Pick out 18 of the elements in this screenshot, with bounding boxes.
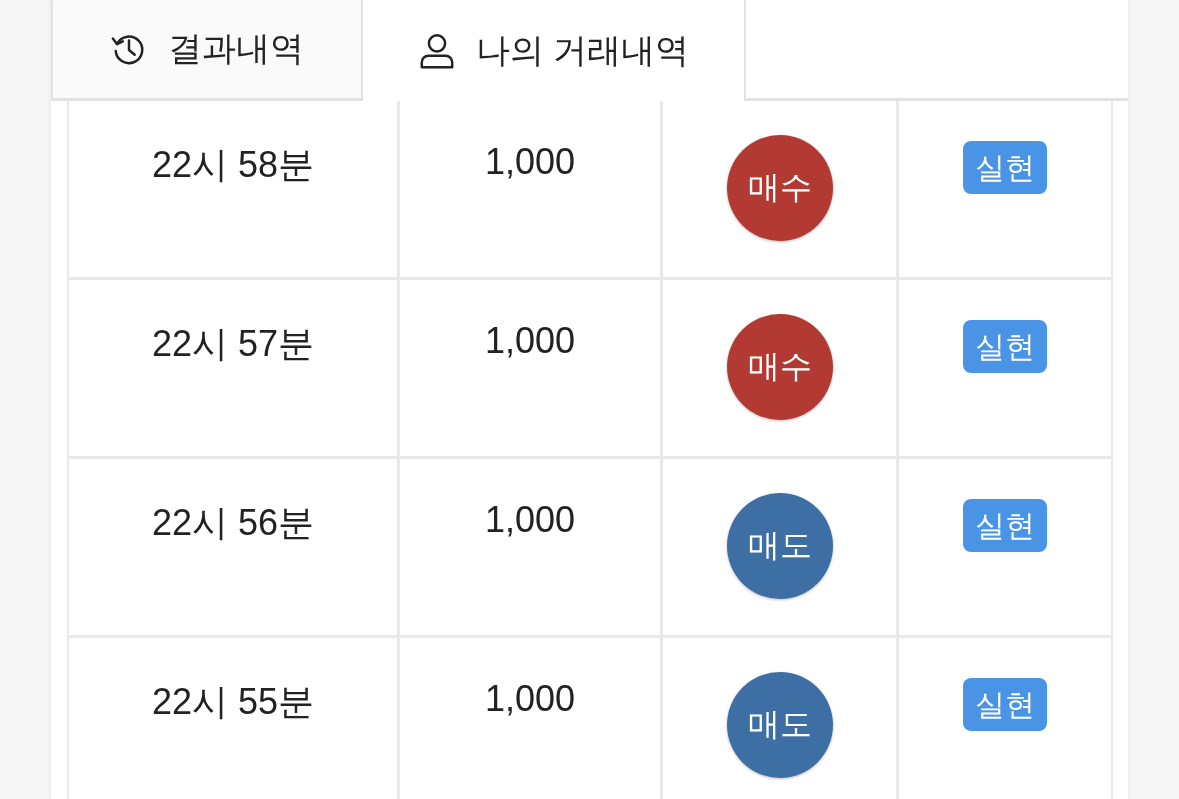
table-cell: 1,000 bbox=[400, 280, 660, 456]
tab[interactable]: 결과내역 bbox=[51, 0, 363, 101]
trade-side-badge: 매도 bbox=[726, 493, 833, 599]
status-badge: 실현 bbox=[963, 499, 1047, 552]
table-cell: 1,000 bbox=[400, 638, 660, 799]
status-badge: 실현 bbox=[963, 678, 1047, 731]
trade-side-badge: 매수 bbox=[726, 135, 833, 241]
tab[interactable]: 나의 거래내역 bbox=[363, 0, 746, 101]
status-badge: 실현 bbox=[963, 141, 1047, 194]
trade-side-badge: 매도 bbox=[726, 672, 833, 778]
status-badge: 실현 bbox=[963, 320, 1047, 373]
table-cell: 22시 56분 bbox=[69, 459, 397, 635]
table-cell: 22시 57분 bbox=[69, 280, 397, 456]
trade-side-badge: 매수 bbox=[726, 314, 833, 420]
table-cell: 1,000 bbox=[400, 101, 660, 277]
table-cell: 22시 55분 bbox=[69, 638, 397, 799]
table-cell: 1,000 bbox=[400, 459, 660, 635]
table-cell: 22시 58분 bbox=[69, 101, 397, 277]
